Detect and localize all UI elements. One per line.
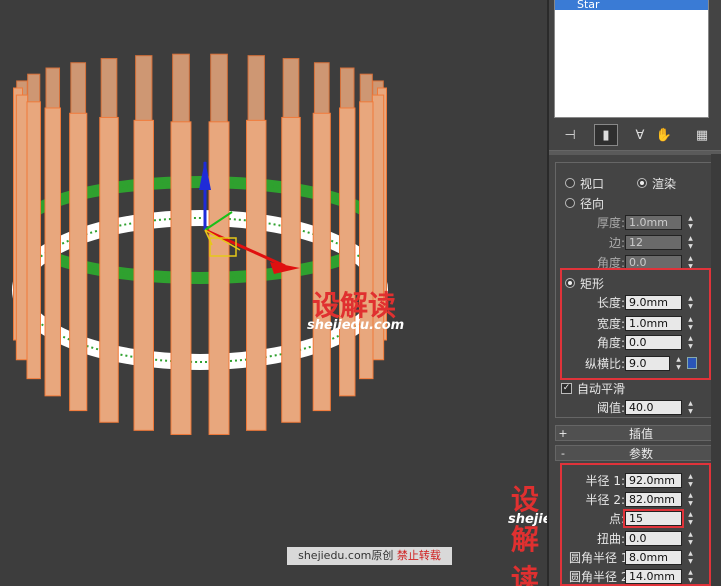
length-field[interactable]: 9.0mm — [625, 294, 682, 310]
radial-sides-field[interactable]: 12 — [625, 234, 682, 250]
stack-toolbar: ⊣ ▮ ∀ ✋ ▦ — [554, 124, 714, 146]
slat — [359, 101, 374, 380]
aspect-row: 纵横比: 9.0 ▲ ▼ — [580, 354, 697, 372]
distortion-field[interactable]: 0.0 — [625, 530, 682, 546]
slat — [69, 112, 88, 412]
fillet1-field[interactable]: 8.0mm — [625, 549, 682, 565]
fillet2-spinner[interactable]: ▲ ▼ — [686, 569, 695, 584]
threshold-row: 阈值: 40.0 ▲ ▼ — [592, 398, 695, 416]
rect-angle-spinner[interactable]: ▲ ▼ — [686, 335, 695, 350]
perspective-viewport[interactable]: 设解读 shejiedu.com 设解读 shejiedu.com — [0, 0, 549, 586]
fillet1-spinner[interactable]: ▲ ▼ — [686, 550, 695, 565]
interpolation-rollout-header[interactable]: + 插值 — [555, 425, 713, 441]
render-radio[interactable]: 渲染 — [637, 174, 676, 192]
threshold-spinner[interactable]: ▲ ▼ — [686, 400, 695, 415]
slat — [339, 107, 356, 397]
radius1-row: 半径 1: 92.0mm ▲ ▼ — [569, 471, 695, 489]
slat — [312, 112, 331, 412]
pin-stack-icon[interactable]: ⊣ — [558, 124, 582, 146]
rectangular-radio[interactable]: 矩形 — [565, 274, 604, 292]
slat — [44, 107, 61, 397]
aspect-spinner[interactable]: ▲ ▼ — [674, 356, 683, 371]
slat — [15, 94, 29, 361]
slat — [246, 119, 267, 431]
footer-watermark: shejiedu.com原创 禁止转载 — [287, 547, 452, 565]
fillet1-row: 圆角半径 1: 8.0mm ▲ ▼ — [569, 548, 695, 566]
panel-divider — [549, 150, 721, 155]
aspect-field[interactable]: 9.0 — [625, 355, 670, 371]
fillet2-row: 圆角半径 2: 14.0mm ▲ ▼ — [569, 567, 695, 585]
width-field[interactable]: 1.0mm — [625, 315, 682, 331]
front-slats — [13, 87, 387, 435]
star-spline-render — [12, 53, 388, 435]
lock-icon[interactable] — [687, 357, 697, 369]
radial-sides-row: 边: 12 ▲ ▼ — [592, 233, 695, 251]
command-panel: Star ⊣ ▮ ∀ ✋ ▦ 视口 渲染 径向 厚度: 1.0mm ▲ ▼ 边: … — [549, 0, 721, 586]
radial-sides-spinner[interactable]: ▲ ▼ — [686, 235, 695, 250]
configure-modifier-sets-icon[interactable]: ▦ — [690, 124, 714, 146]
points-row: 点: 15 ▲ ▼ — [569, 508, 695, 528]
fillet2-field[interactable]: 14.0mm — [625, 568, 682, 584]
radius2-field[interactable]: 82.0mm — [625, 491, 682, 507]
slat — [170, 121, 192, 435]
points-spinner[interactable]: ▲ ▼ — [686, 511, 695, 526]
radial-thickness-spinner[interactable]: ▲ ▼ — [686, 215, 695, 230]
radius2-spinner[interactable]: ▲ ▼ — [686, 492, 695, 507]
modifier-stack-list[interactable]: Star — [554, 0, 709, 118]
radial-radio[interactable]: 径向 — [565, 194, 604, 212]
remove-modifier-icon[interactable]: ✋ — [652, 124, 676, 146]
length-row: 长度: 9.0mm ▲ ▼ — [592, 293, 695, 311]
length-spinner[interactable]: ▲ ▼ — [686, 295, 695, 310]
make-unique-icon[interactable]: ∀ — [628, 124, 652, 146]
parameters-rollout-header[interactable]: - 参数 — [555, 445, 713, 461]
radial-thickness-field[interactable]: 1.0mm — [625, 214, 682, 230]
threshold-field[interactable]: 40.0 — [625, 399, 682, 415]
width-spinner[interactable]: ▲ ▼ — [686, 316, 695, 331]
show-end-result-icon[interactable]: ▮ — [594, 124, 618, 146]
rect-angle-row: 角度: 0.0 ▲ ▼ — [592, 333, 695, 351]
viewport-radio[interactable]: 视口 — [565, 174, 604, 192]
distortion-row: 扭曲: 0.0 ▲ ▼ — [569, 529, 695, 547]
panel-scrollbar[interactable] — [711, 154, 721, 586]
stack-item-star[interactable]: Star — [555, 0, 708, 10]
slat — [26, 101, 41, 380]
rect-angle-field[interactable]: 0.0 — [625, 334, 682, 350]
slat — [208, 121, 230, 435]
radius1-spinner[interactable]: ▲ ▼ — [686, 473, 695, 488]
watermark-logo-2: 设解读 — [511, 483, 540, 586]
radial-thickness-row: 厚度: 1.0mm ▲ ▼ — [592, 213, 695, 231]
points-field[interactable]: 15 — [623, 508, 684, 528]
width-row: 宽度: 1.0mm ▲ ▼ — [592, 314, 695, 332]
distortion-spinner[interactable]: ▲ ▼ — [686, 531, 695, 546]
slat — [133, 119, 154, 431]
radius2-row: 半径 2: 82.0mm ▲ ▼ — [569, 490, 695, 508]
watermark-url: shejiedu.com — [307, 318, 405, 333]
radius1-field[interactable]: 92.0mm — [625, 472, 682, 488]
slat — [99, 116, 119, 423]
watermark-url-2: shejiedu.com — [508, 512, 549, 527]
autosmooth-checkbox[interactable]: ✓ 自动平滑 — [561, 379, 625, 397]
